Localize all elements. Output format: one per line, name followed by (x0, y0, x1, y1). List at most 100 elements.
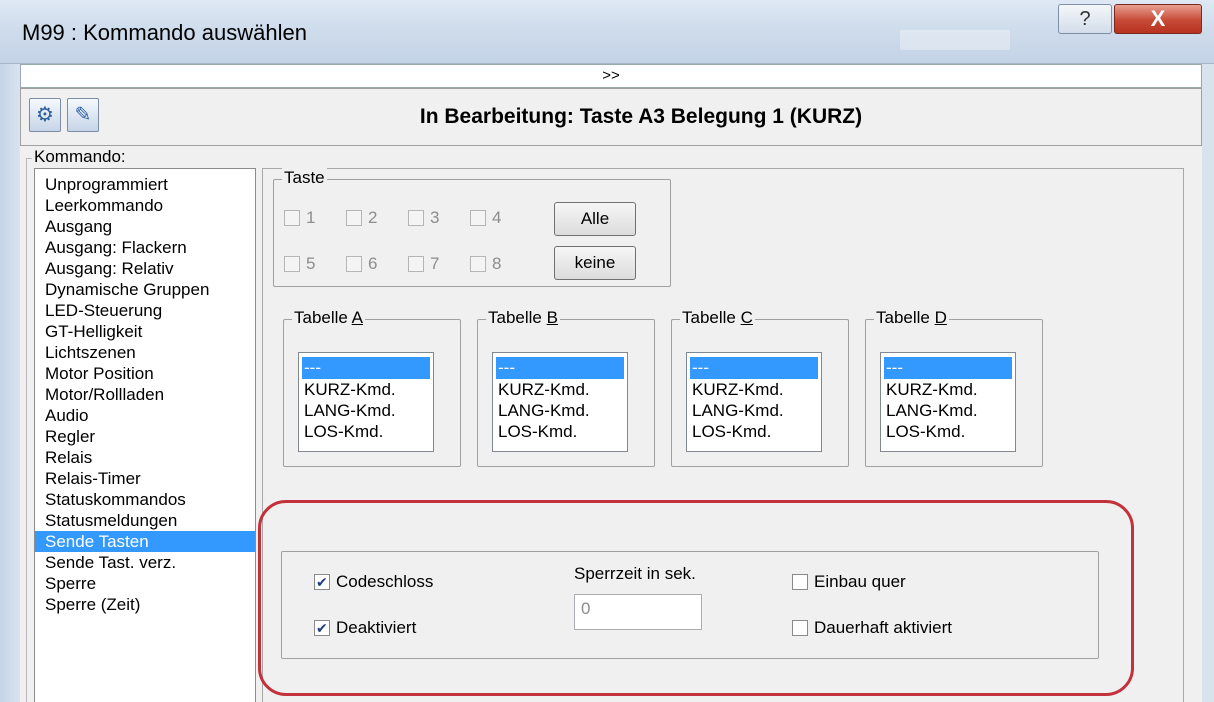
tabelle-list-item[interactable]: KURZ-Kmd. (690, 379, 818, 400)
dauerhaft-check-icon (792, 620, 808, 636)
tabelle-b-group: Tabelle B --- KURZ-Kmd. LANG-Kmd. LOS-Kmd. (477, 308, 655, 467)
taste-key-label: 7 (430, 254, 440, 273)
taste-key-label: 2 (368, 208, 378, 227)
deaktiviert-check-icon: ✔ (314, 620, 330, 636)
kommando-list-item[interactable]: Ausgang (35, 216, 255, 237)
tabelle-list-item[interactable]: LANG-Kmd. (884, 400, 1012, 421)
taste-key-checkbox[interactable]: 5 (284, 254, 315, 274)
tabelle-list-item[interactable]: --- (690, 357, 818, 379)
taste-key-check-icon (346, 256, 362, 272)
tabelle-d-group: Tabelle D --- KURZ-Kmd. LANG-Kmd. LOS-Kmd. (865, 308, 1043, 467)
settings-panel: Taste 12345678 Alle keine Tabelle A --- KU… (262, 168, 1184, 702)
tabelle-legend: Tabelle C (680, 308, 755, 328)
tabelle-listbox[interactable]: --- KURZ-Kmd. LANG-Kmd. LOS-Kmd. (492, 352, 628, 452)
taste-key-checkbox[interactable]: 8 (470, 254, 501, 274)
kommando-list-item[interactable]: Relais (35, 447, 255, 468)
kommando-group-frame (26, 158, 34, 702)
taste-key-check-icon (408, 256, 424, 272)
codeschloss-label: Codeschloss (336, 572, 434, 591)
dauerhaft-checkbox[interactable]: Dauerhaft aktiviert (792, 618, 952, 638)
tabelle-list-item[interactable]: LANG-Kmd. (690, 400, 818, 421)
tabelle-legend-prefix: Tabelle (294, 308, 352, 327)
tabelle-list-item[interactable]: LOS-Kmd. (690, 421, 818, 442)
taste-key-check-icon (470, 256, 486, 272)
dauerhaft-label: Dauerhaft aktiviert (814, 618, 952, 637)
tabelle-list-item[interactable]: LOS-Kmd. (496, 421, 624, 442)
kommando-list-item[interactable]: LED-Steuerung (35, 300, 255, 321)
taste-key-checkbox[interactable]: 4 (470, 208, 501, 228)
tabelle-list-item[interactable]: --- (302, 357, 430, 379)
kommando-list-item[interactable]: Ausgang: Flackern (35, 237, 255, 258)
taste-key-checkbox[interactable]: 7 (408, 254, 439, 274)
tabelle-listbox[interactable]: --- KURZ-Kmd. LANG-Kmd. LOS-Kmd. (686, 352, 822, 452)
taste-key-checkbox[interactable]: 1 (284, 208, 315, 228)
einbau-check-icon (792, 574, 808, 590)
sperrzeit-input[interactable]: 0 (574, 594, 702, 630)
tabelle-legend-prefix: Tabelle (876, 308, 935, 327)
codeschloss-checkbox[interactable]: ✔ Codeschloss (314, 572, 433, 592)
tabelle-list-item[interactable]: LANG-Kmd. (302, 400, 430, 421)
taste-key-label: 6 (368, 254, 378, 273)
kommando-list-item[interactable]: Motor/Rollladen (35, 384, 255, 405)
tabelle-legend-letter: C (740, 308, 753, 327)
tabelle-list-item[interactable]: --- (496, 357, 624, 379)
kommando-list-item[interactable]: Leerkommando (35, 195, 255, 216)
taste-group: Taste 1 2 3 4 5 6 7 8 Alle keine (273, 168, 671, 287)
taste-key-check-icon (346, 210, 362, 226)
tabelle-list-item[interactable]: --- (884, 357, 1012, 379)
kommando-list-item[interactable]: Statusmeldungen (35, 510, 255, 531)
alle-button[interactable]: Alle (554, 202, 636, 236)
kommando-list-item[interactable]: Unprogrammiert (35, 174, 255, 195)
tabelle-list-item[interactable]: KURZ-Kmd. (302, 379, 430, 400)
kommando-list-item[interactable]: Dynamische Gruppen (35, 279, 255, 300)
kommando-list-item[interactable]: Audio (35, 405, 255, 426)
editing-header: ⚙ ✎ In Bearbeitung: Taste A3 Belegung 1 … (20, 88, 1202, 146)
taste-key-check-icon (284, 210, 300, 226)
kommando-list-item[interactable]: Statuskommandos (35, 489, 255, 510)
tabelle-legend: Tabelle A (292, 308, 366, 328)
taste-key-checkbox[interactable]: 6 (346, 254, 377, 274)
kommando-list-item[interactable]: Regler (35, 426, 255, 447)
kommando-list-item[interactable]: Sende Tast. verz. (35, 552, 255, 573)
tabelle-listbox[interactable]: --- KURZ-Kmd. LANG-Kmd. LOS-Kmd. (298, 352, 434, 452)
tabelle-list-item[interactable]: KURZ-Kmd. (496, 379, 624, 400)
program-icon[interactable]: ⚙ (29, 98, 61, 132)
tabelle-legend-letter: A (351, 308, 364, 327)
help-button[interactable]: ? (1058, 4, 1112, 34)
kommando-list-item[interactable]: Ausgang: Relativ (35, 258, 255, 279)
window-frame-right (1202, 64, 1214, 702)
tabelle-listbox[interactable]: --- KURZ-Kmd. LANG-Kmd. LOS-Kmd. (880, 352, 1016, 452)
kommando-list-item[interactable]: Motor Position (35, 363, 255, 384)
sperrzeit-label: Sperrzeit in sek. (574, 564, 696, 583)
taste-key-checkbox[interactable]: 2 (346, 208, 377, 228)
kommando-list[interactable]: Unprogrammiert Leerkommando Ausgang Ausgang… (34, 168, 256, 702)
kommando-list-item[interactable]: Sperre (Zeit) (35, 594, 255, 615)
tabelle-list-item[interactable]: KURZ-Kmd. (884, 379, 1012, 400)
deaktiviert-checkbox[interactable]: ✔ Deaktiviert (314, 618, 416, 638)
taste-key-label: 3 (430, 208, 440, 227)
tabelle-list-item[interactable]: LOS-Kmd. (302, 421, 430, 442)
title-bar: M99 : Kommando auswählen ? X (0, 0, 1214, 64)
kommando-list-item[interactable]: Sende Tasten (35, 531, 255, 552)
kommando-list-item[interactable]: Relais-Timer (35, 468, 255, 489)
tabelle-list-item[interactable]: LANG-Kmd. (496, 400, 624, 421)
tabelle-legend-prefix: Tabelle (682, 308, 741, 327)
taste-key-label: 1 (306, 208, 316, 227)
tabelle-list-item[interactable]: LOS-Kmd. (884, 421, 1012, 442)
kommando-list-item[interactable]: Sperre (35, 573, 255, 594)
kommando-list-item[interactable]: Lichtszenen (35, 342, 255, 363)
taste-key-checkbox[interactable]: 3 (408, 208, 439, 228)
taste-key-check-icon (408, 210, 424, 226)
tabelle-legend-prefix: Tabelle (488, 308, 547, 327)
einbau-quer-checkbox[interactable]: Einbau quer (792, 572, 906, 592)
window-frame-left (0, 64, 20, 702)
tabelle-c-group: Tabelle C --- KURZ-Kmd. LANG-Kmd. LOS-Kmd. (671, 308, 849, 467)
tabelle-legend: Tabelle D (874, 308, 949, 328)
expand-toggle[interactable]: >> (20, 64, 1202, 88)
kommando-list-item[interactable]: GT-Helligkeit (35, 321, 255, 342)
close-button[interactable]: X (1114, 4, 1202, 34)
codeschloss-check-icon: ✔ (314, 574, 330, 590)
editing-title: In Bearbeitung: Taste A3 Belegung 1 (KUR… (419, 105, 863, 128)
keine-button[interactable]: keine (554, 246, 636, 280)
taste-key-label: 4 (492, 208, 502, 227)
